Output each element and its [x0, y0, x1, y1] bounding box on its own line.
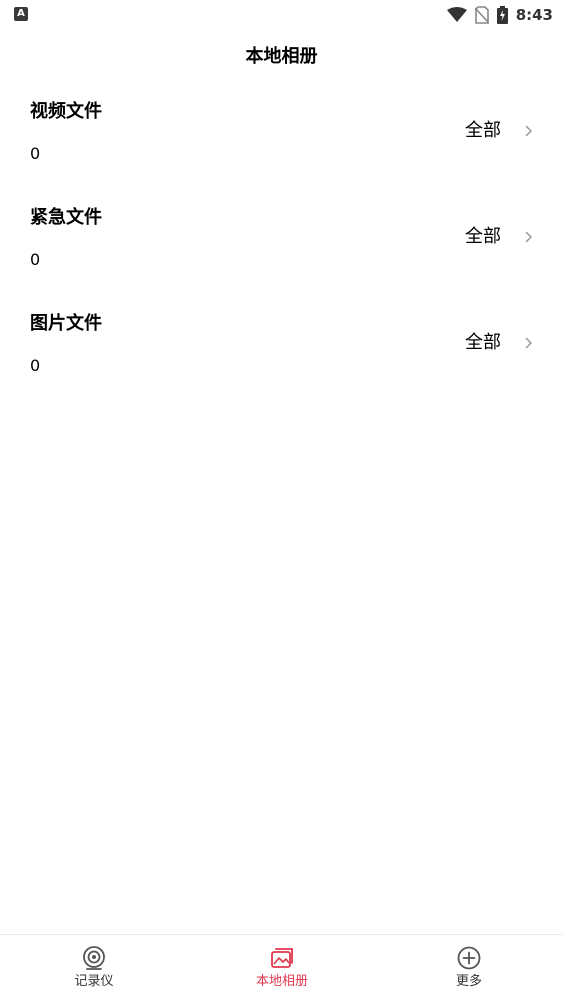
view-all-label: 全部: [465, 120, 501, 141]
tab-local-album[interactable]: 本地相册: [188, 935, 376, 1001]
chevron-right-icon: [525, 337, 533, 349]
view-all-video-button[interactable]: 全部: [465, 119, 533, 143]
section-image-files: 图片文件 0 全部: [0, 312, 563, 412]
section-title: 视频文件: [30, 101, 102, 122]
status-time: 8:43: [515, 6, 553, 24]
page-title: 本地相册: [245, 46, 318, 67]
tab-recorder[interactable]: 记录仪: [0, 935, 188, 1001]
section-video-files: 视频文件 0 全部: [0, 100, 563, 200]
section-count: 0: [30, 356, 41, 375]
view-all-label: 全部: [465, 226, 501, 247]
view-all-label: 全部: [465, 332, 501, 353]
battery-charging-icon: [496, 6, 508, 24]
tab-label: 更多: [455, 974, 482, 989]
bottom-tab-bar: 记录仪 本地相册 更多: [0, 934, 563, 1002]
section-title: 图片文件: [30, 313, 102, 334]
title-bar: 本地相册: [0, 30, 563, 80]
app-notification-icon: A: [14, 7, 28, 21]
chevron-right-icon: [525, 125, 533, 137]
status-bar: A 8:43: [0, 0, 563, 30]
tab-more[interactable]: 更多: [375, 935, 563, 1001]
tab-label: 本地相册: [255, 974, 308, 989]
view-all-images-button[interactable]: 全部: [465, 331, 533, 355]
section-count: 0: [30, 250, 41, 269]
no-sim-icon: [474, 6, 489, 24]
camera-lens-icon: [83, 946, 105, 970]
section-title: 紧急文件: [30, 207, 102, 228]
chevron-right-icon: [525, 231, 533, 243]
view-all-emergency-button[interactable]: 全部: [465, 225, 533, 249]
wifi-icon: [446, 7, 467, 22]
gallery-icon: [271, 948, 293, 968]
section-count: 0: [30, 144, 41, 163]
plus-circle-icon: [457, 946, 481, 970]
section-emergency-files: 紧急文件 0 全部: [0, 206, 563, 306]
status-icons: 8:43: [446, 3, 553, 27]
tab-label: 记录仪: [74, 974, 114, 989]
